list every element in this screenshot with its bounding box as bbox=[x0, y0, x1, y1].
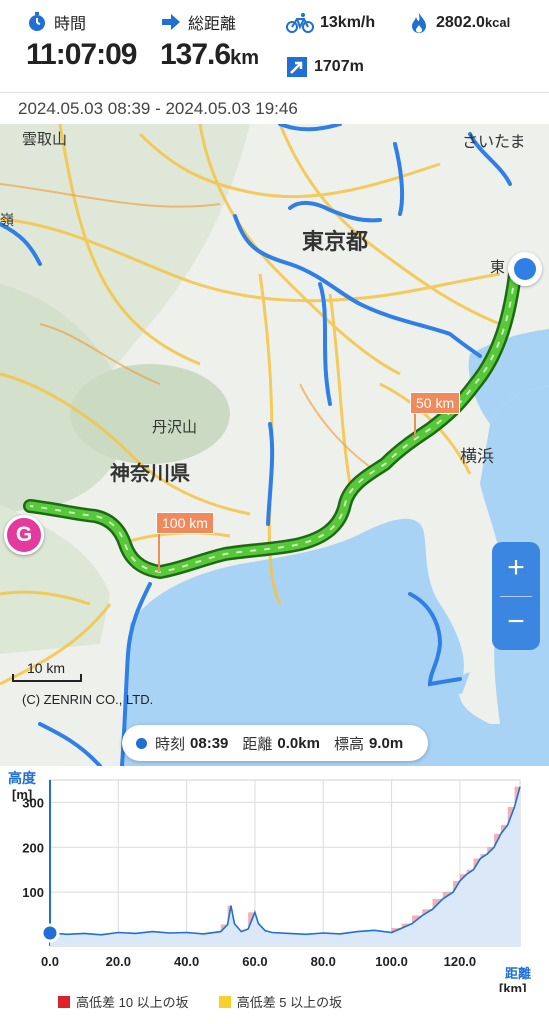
distance-value: 0.0km bbox=[277, 734, 320, 752]
x-tick-label: 60.0 bbox=[242, 954, 267, 969]
y-tick-label: 200 bbox=[22, 840, 44, 855]
start-marker[interactable] bbox=[508, 252, 542, 286]
flame-icon bbox=[412, 13, 426, 33]
y-tick-label: 100 bbox=[22, 885, 44, 900]
elevation-value: 9.0m bbox=[368, 734, 404, 752]
x-tick-label: 120.0 bbox=[444, 954, 477, 969]
place-label: 嶺 bbox=[0, 212, 14, 228]
time-value: 08:39 bbox=[190, 734, 229, 752]
y-axis-label: 高度 bbox=[8, 770, 37, 786]
km-marker-100: 100 km bbox=[156, 512, 214, 534]
date-range: 2024.05.03 08:39 - 2024.05.03 19:46 bbox=[0, 92, 549, 124]
position-dot-icon bbox=[136, 737, 147, 749]
x-axis-unit: [km] bbox=[499, 981, 526, 992]
calories-stat: 2802.0kcal bbox=[408, 12, 510, 34]
zoom-control: + − bbox=[492, 542, 540, 650]
x-tick-label: 40.0 bbox=[174, 954, 199, 969]
goal-marker[interactable]: G bbox=[4, 515, 44, 555]
elevation-gain-value: 1707 bbox=[314, 58, 350, 75]
map-copyright: (C) ZENRIN CO., LTD. bbox=[22, 692, 154, 707]
distance-value: 137.6 bbox=[160, 38, 231, 71]
distance-stat: 総距離 137.6km bbox=[160, 10, 259, 72]
route-map[interactable]: 雲取山 さいたま 東京都 東 丹沢山 神奈川県 横浜 嶺 50 km 100 k… bbox=[0, 124, 549, 766]
place-label: 雲取山 bbox=[22, 131, 68, 148]
scale-bar: 10 km bbox=[12, 660, 82, 682]
elevation-gain-stat: 1707m bbox=[286, 56, 364, 78]
x-axis-label: 距離 bbox=[505, 966, 531, 981]
scale-line bbox=[12, 674, 82, 682]
time-stat: 時間 11:07:09 bbox=[26, 10, 137, 72]
stats-header: 時間 11:07:09 総距離 137.6km 13km/h 1707m 280… bbox=[0, 0, 549, 92]
speed-stat: 13km/h bbox=[286, 12, 375, 34]
distance-unit: km bbox=[230, 47, 259, 69]
time-label: 時間 bbox=[54, 16, 87, 33]
distance-key: 距離 bbox=[242, 735, 273, 753]
slope-legend: 高低差 10 以上の坂 高低差 5 以上の坂 bbox=[58, 992, 342, 1011]
stopwatch-icon bbox=[29, 12, 45, 31]
speed-unit: km/h bbox=[337, 14, 376, 31]
place-label: 丹沢山 bbox=[152, 419, 198, 436]
x-tick-label: 80.0 bbox=[311, 954, 336, 969]
zoom-out-button[interactable]: − bbox=[492, 596, 540, 650]
calories-value: 2802.0 bbox=[436, 14, 485, 31]
place-label: さいたま bbox=[462, 134, 526, 151]
x-tick-label: 20.0 bbox=[106, 954, 131, 969]
y-axis-unit: [m] bbox=[12, 787, 32, 802]
zoom-divider bbox=[500, 596, 532, 597]
legend-swatch-yellow bbox=[218, 995, 231, 1008]
elevation-area bbox=[50, 786, 520, 946]
speed-value: 13 bbox=[320, 14, 338, 31]
chart-canvas: 0.0 20.0 40.0 60.0 80.0 100.0 120.0100200300 高… bbox=[8, 770, 531, 992]
elevation-key: 標高 bbox=[333, 735, 364, 753]
legend-label: 高低差 10 以上の坂 bbox=[76, 995, 189, 1010]
zoom-in-button[interactable]: + bbox=[492, 542, 540, 596]
calories-unit: kcal bbox=[484, 15, 511, 30]
distance-label: 総距離 bbox=[188, 16, 237, 33]
arrow-right-icon bbox=[162, 14, 180, 30]
place-label: 東 bbox=[490, 259, 506, 276]
flag-pole bbox=[414, 412, 416, 438]
chart-cursor[interactable] bbox=[40, 923, 60, 943]
legend-swatch-red bbox=[58, 995, 70, 1008]
time-key: 時刻 bbox=[155, 735, 186, 753]
place-label: 横浜 bbox=[460, 447, 494, 466]
place-label: 東京都 bbox=[302, 229, 369, 254]
legend-label: 高低差 5 以上の坂 bbox=[236, 995, 343, 1010]
elevation-gain-unit: m bbox=[349, 58, 364, 75]
elevation-chart[interactable]: 0.0 20.0 40.0 60.0 80.0 100.0 120.0 100 200 300 高… bbox=[0, 766, 549, 1024]
time-value: 11:07:09 bbox=[26, 38, 137, 71]
x-tick-label: 100.0 bbox=[375, 954, 408, 969]
x-tick-label: 0.0 bbox=[41, 954, 59, 969]
place-label: 神奈川県 bbox=[110, 463, 190, 485]
bicycle-icon bbox=[286, 13, 314, 33]
flag-pole bbox=[158, 532, 160, 572]
position-info: 時刻 08:39 距離 0.0km 標高 9.0m bbox=[122, 725, 428, 761]
km-marker-50: 50 km bbox=[410, 392, 461, 414]
elevation-arrow-icon bbox=[287, 57, 307, 77]
